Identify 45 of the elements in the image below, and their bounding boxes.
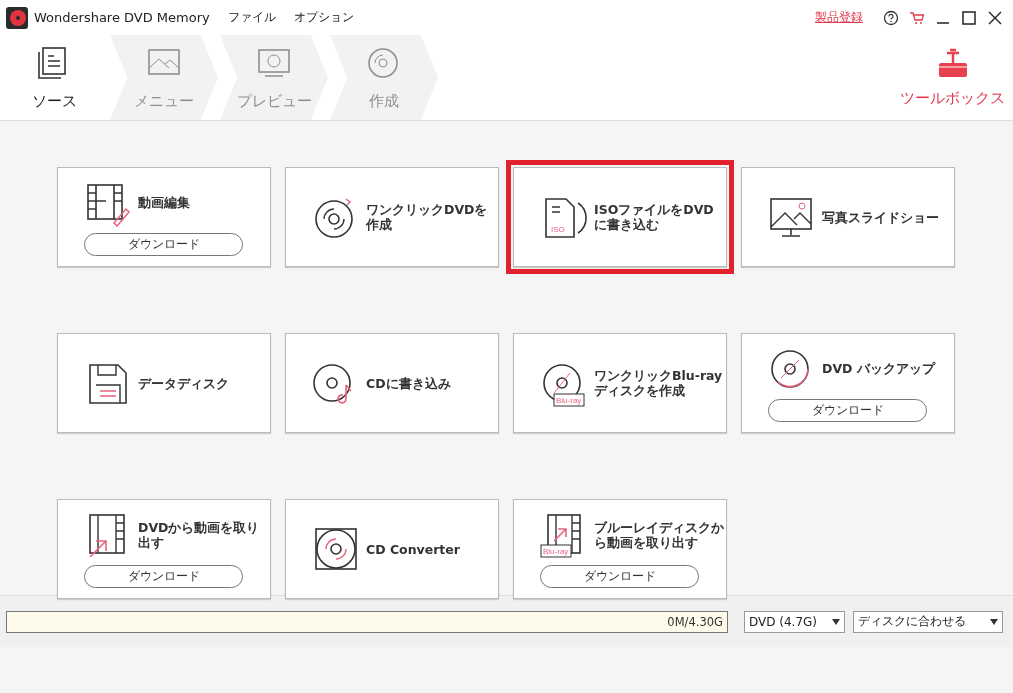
tool-title: CDに書き込み [366, 375, 452, 391]
tool-title: ワンクリックDVDを作成 [366, 202, 489, 232]
capacity-text: 0M/4.30G [667, 614, 724, 629]
download-button[interactable]: ダウンロード [84, 232, 243, 256]
icon-label: Blu-ray [556, 397, 582, 405]
icon-label: Blu-ray [543, 547, 569, 556]
tool-card[interactable]: CD Converter [285, 499, 499, 599]
close-icon[interactable] [987, 9, 1003, 26]
app-logo-icon [6, 6, 28, 29]
tool-title: ブルーレイディスクから動画を取り出す [594, 519, 724, 550]
disc-case-icon [312, 525, 360, 573]
tool-title: ワンクリックBlu-rayディスクを作成 [594, 368, 724, 398]
tool-title: DVDから動画を取り出す [138, 519, 261, 550]
tool-card[interactable]: CDに書き込み [285, 333, 499, 433]
tool-card[interactable]: ISO ISOファイルをDVDに書き込む [513, 167, 727, 267]
register-link[interactable]: 製品登録 [815, 9, 863, 26]
menu-item[interactable]: オプション [293, 9, 354, 26]
tool-title: DVD バックアップ [822, 361, 937, 376]
tool-title: 写真スライドショー [822, 209, 940, 225]
download-button[interactable]: ダウンロード [84, 564, 243, 588]
icon-label: ISO [551, 226, 565, 234]
tool-title: データディスク [138, 375, 230, 391]
tool-title: ISOファイルをDVDに書き込む [594, 202, 715, 232]
tool-card[interactable]: 写真スライドショー [741, 167, 955, 267]
maximize-icon[interactable] [961, 9, 977, 26]
tool-card[interactable]: 動画編集 ダウンロード [57, 167, 271, 267]
cart-icon[interactable] [909, 9, 925, 26]
tool-card[interactable]: Blu-ray ブルーレイディスクから動画を取り出す ダウンロード [513, 499, 727, 599]
download-button[interactable]: ダウンロード [768, 398, 927, 422]
caret-icon [990, 618, 998, 625]
tool-title: CD Converter [366, 541, 461, 557]
tool-title: 動画編集 [138, 195, 191, 210]
menu-item[interactable]: ファイル [227, 9, 276, 26]
help-icon[interactable] [883, 9, 899, 26]
tool-card[interactable]: DVD バックアップ ダウンロード [741, 333, 955, 433]
caret-icon [832, 618, 840, 625]
fit-mode-dropdown[interactable]: ディスクに合わせる [853, 610, 1003, 633]
toolbox-tab[interactable]: ツールボックス [900, 35, 1013, 120]
download-button[interactable]: ダウンロード [540, 564, 699, 588]
tool-card[interactable]: Blu-ray ワンクリックBlu-rayディスクを作成 [513, 333, 727, 433]
tool-card[interactable]: データディスク [57, 333, 271, 433]
disc-type-dropdown[interactable]: DVD (4.7G) [744, 610, 845, 633]
app-title: Wondershare DVD Memory [34, 10, 210, 25]
tool-card[interactable]: DVDから動画を取り出す ダウンロード [57, 499, 271, 599]
tool-card[interactable]: ワンクリックDVDを作成 [285, 167, 499, 267]
